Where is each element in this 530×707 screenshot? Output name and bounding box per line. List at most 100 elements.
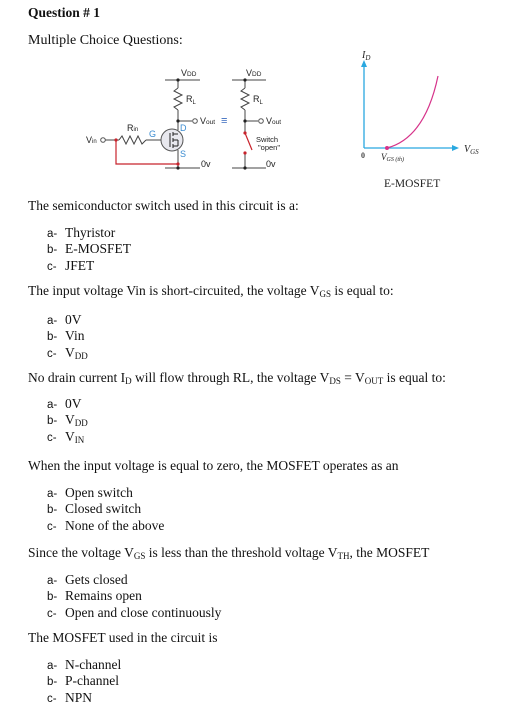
answer-option[interactable]: c- NPN — [47, 690, 121, 706]
option-label: NPN — [65, 690, 92, 705]
option-letter: c- — [47, 260, 57, 273]
question-text: The MOSFET used in the circuit is — [28, 630, 217, 646]
text-run: P-channel — [65, 673, 119, 689]
vout-terminal — [192, 118, 198, 124]
option-label: Vin — [65, 328, 84, 343]
option-letter: b- — [47, 331, 58, 344]
option-label: Open and close continuously — [65, 605, 221, 620]
option-letter: b- — [47, 591, 58, 604]
text-run: No drain current I — [28, 370, 126, 385]
text-run: Open switch — [65, 485, 133, 500]
transfer-characteristic-graph: ID VGS 0 VGS (th) E-MOSFET — [361, 50, 479, 190]
text-run: When the input voltage is equal to zero,… — [28, 458, 399, 473]
equivalent-switch-circuit — [232, 79, 266, 169]
option-letter: a- — [47, 315, 58, 327]
option-label: 0V — [65, 312, 82, 327]
subscript: OUT — [364, 376, 384, 386]
option-list: a- Thyristor b- E-MOSFET c- JFET — [47, 225, 131, 274]
text-run: 0V — [65, 312, 82, 327]
question-text: No drain current ID will flow through RL… — [28, 370, 446, 386]
option-label: JFET — [65, 258, 94, 273]
option-label: Gets closed — [65, 572, 128, 587]
answer-option[interactable]: b- VDD — [47, 412, 88, 428]
option-letter: c- — [47, 607, 57, 620]
switch-label-line2: "open" — [258, 143, 280, 152]
option-label: Remains open — [65, 588, 142, 603]
gate-resistor — [118, 134, 147, 146]
option-letter: c- — [47, 520, 57, 533]
option-letter: b- — [47, 504, 58, 517]
option-letter: c- — [47, 431, 57, 444]
load-resistor — [172, 87, 184, 111]
text-run: will flow through RL, the voltage V — [131, 370, 330, 385]
option-letter: c- — [47, 347, 57, 360]
text-run: 0V — [65, 396, 82, 411]
answer-option[interactable]: a- 0V — [47, 312, 88, 328]
svg-text:RL: RL — [253, 94, 264, 106]
open-switch-blade — [244, 132, 253, 151]
answer-option[interactable]: a- Open switch — [47, 485, 164, 501]
svg-text:VDD: VDD — [246, 68, 262, 78]
text-run: Open and close continuously — [65, 604, 222, 620]
option-letter: b- — [47, 676, 58, 689]
subscript: IN — [74, 434, 85, 445]
subscript: DD — [74, 418, 88, 429]
question-text: The semiconductor switch used in this ci… — [28, 198, 299, 214]
answer-option[interactable]: b- P-channel — [47, 673, 121, 689]
text-run: = V — [340, 370, 365, 385]
vin-label: Vin — [86, 135, 97, 145]
source-label: S — [180, 149, 186, 159]
answer-option[interactable]: b- Vin — [47, 328, 88, 344]
answer-option[interactable]: a- Thyristor — [47, 225, 131, 241]
option-label: VDD — [65, 412, 88, 429]
option-label: VDD — [65, 344, 88, 361]
text-run: N-channel — [65, 657, 122, 672]
option-label: None of the above — [65, 518, 164, 533]
option-letter: a- — [47, 228, 58, 240]
text-run: JFET — [65, 257, 95, 273]
option-letter: a- — [47, 660, 58, 672]
answer-option[interactable]: c- VDD — [47, 345, 88, 361]
answer-option[interactable]: c- None of the above — [47, 518, 164, 534]
subscript: TH — [337, 551, 350, 561]
text-run: Closed switch — [65, 501, 142, 517]
answer-option[interactable]: c- VIN — [47, 429, 88, 445]
option-label: VIN — [65, 429, 85, 445]
question-text: The input voltage Vin is short-circuited… — [28, 283, 394, 299]
text-run: None of the above — [65, 517, 165, 533]
option-letter: a- — [47, 575, 58, 587]
answer-option[interactable]: c- JFET — [47, 258, 131, 274]
text-run: The semiconductor switch used in this ci… — [28, 198, 299, 213]
option-label: E-MOSFET — [65, 241, 131, 256]
threshold-point — [385, 146, 389, 150]
option-label: 0V — [65, 396, 82, 411]
answer-option[interactable]: b- Remains open — [47, 588, 221, 604]
svg-text:0v: 0v — [266, 159, 276, 169]
option-letter: a- — [47, 399, 58, 411]
drain-label: D — [180, 123, 187, 133]
text-run: V — [65, 344, 75, 360]
subscript: GS — [133, 551, 146, 561]
vin-terminal — [100, 137, 106, 143]
answer-option[interactable]: c- Open and close continuously — [47, 605, 221, 621]
y-axis-label: ID — [361, 50, 370, 62]
option-list: a- Gets closed b- Remains open c- Open and cl… — [47, 572, 221, 621]
answer-option[interactable]: b- Closed switch — [47, 501, 164, 517]
option-list: a- N-channel b- P-channel c- NPN — [47, 657, 121, 706]
answer-option[interactable]: a- N-channel — [47, 657, 121, 673]
text-run: Remains open — [65, 588, 142, 604]
text-run: , the MOSFET — [349, 545, 430, 560]
origin-label: 0 — [361, 151, 365, 160]
answer-option[interactable]: a- Gets closed — [47, 572, 221, 588]
ground-label: 0v — [201, 159, 211, 169]
gate-label: G — [149, 129, 156, 139]
rin-label: Rin — [127, 123, 138, 133]
subscript: DD — [74, 350, 88, 361]
equivalent-symbol: ≡ — [221, 115, 227, 127]
text-run: NPN — [65, 689, 93, 705]
subscript: DS — [329, 376, 341, 386]
answer-option[interactable]: b- E-MOSFET — [47, 241, 131, 257]
answer-option[interactable]: a- 0V — [47, 396, 88, 412]
text-run: is equal to: — [383, 370, 446, 385]
option-list: a- Open switch b- Closed switch c- None of th… — [47, 485, 164, 534]
